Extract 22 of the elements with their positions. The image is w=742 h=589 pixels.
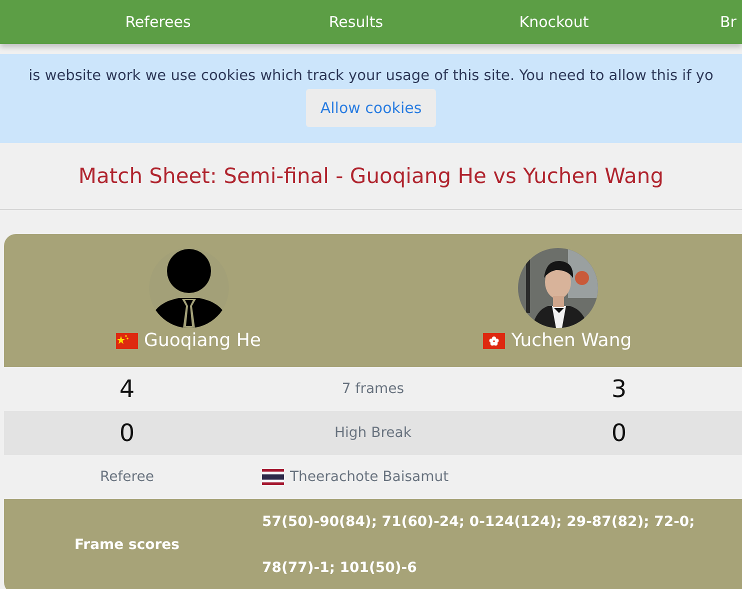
cookie-notice: is website work we use cookies which track your usage of this site. You need to allow this if yo [28,68,714,84]
allow-cookies-button[interactable]: Allow cookies [306,89,436,127]
nav-link[interactable]: Br [653,5,736,39]
player-name: Yuchen Wang [511,330,632,351]
player-stat: 4 [118,375,136,403]
stat-label: 7 frames [340,381,406,397]
referee-name: Theerachote Baisamut [290,469,449,485]
flag-icon [116,332,138,348]
referee-label: Referee [99,469,155,485]
player-name: Guoqiang He [144,330,261,351]
flag-icon [483,332,506,348]
stat-label: High Break [334,425,412,441]
player-stat: 0 [610,419,628,447]
frame-scores: 57(50)-90(84); 71(60)-24; 0-124(124); 29-87(82); 72-0; 78(77)-1; 101(50)-6 [261,513,696,578]
nav-link[interactable]: Knockout [455,5,653,39]
player-stat: 3 [610,375,628,403]
frame-scores-label: Frame scores [74,537,180,553]
page-title: Match Sheet: Semi-final - Guoqiang He vs Yuchen Wang [78,164,664,188]
nav-link[interactable]: Referees [59,5,257,39]
nav-link[interactable]: Results [257,5,455,39]
player-stat: 0 [118,419,136,447]
flag-icon [262,469,284,485]
